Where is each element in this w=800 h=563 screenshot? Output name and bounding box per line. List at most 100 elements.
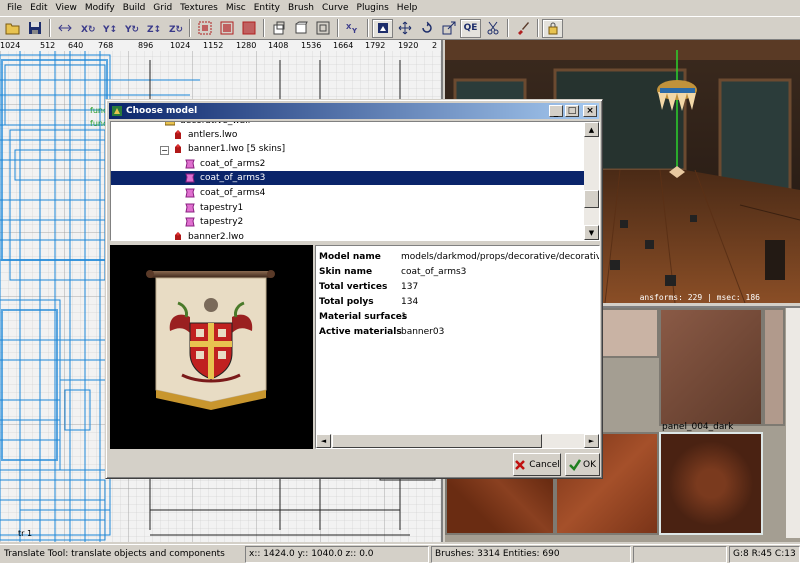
info-value: coat_of_arms3 (401, 267, 467, 277)
tree-item-skin[interactable]: coat_of_arms4 (185, 186, 265, 200)
status-grid: G:8 R:45 C:13 L:ON (729, 546, 800, 563)
tree-item-label: tapestry1 (200, 203, 244, 213)
drag-icon[interactable] (394, 19, 415, 38)
info-key: Total polys (319, 297, 374, 307)
menu-brush[interactable]: Brush (284, 0, 318, 16)
menu-help[interactable]: Help (393, 0, 422, 16)
rotate-z-icon[interactable]: Z↻ (164, 19, 185, 38)
menu-edit[interactable]: Edit (26, 0, 51, 16)
folder-icon (165, 122, 175, 126)
csg-subtract-icon[interactable] (268, 19, 289, 38)
svg-text:Z↻: Z↻ (169, 25, 183, 35)
rotate-x-icon[interactable]: X↻ (76, 19, 97, 38)
info-hscrollbar[interactable]: ◄ ► (316, 434, 599, 448)
tree-item-skin[interactable]: tapestry1 (185, 201, 243, 215)
tree-item-skin[interactable]: tapestry2 (185, 215, 243, 229)
camera-status: ansforms: 229 | msec: 186 (639, 293, 760, 302)
texture-tile[interactable] (763, 308, 785, 426)
menu-view[interactable]: View (52, 0, 81, 16)
minimize-button[interactable]: _ (549, 105, 563, 118)
cancel-button[interactable]: Cancel (513, 453, 561, 476)
svg-text:Y↻: Y↻ (124, 25, 139, 35)
scale-tool-icon[interactable] (438, 19, 459, 38)
tree-item-label: decorative_wall (180, 121, 251, 126)
info-key: Material surfaces (319, 312, 408, 322)
status-empty (633, 546, 727, 563)
tree-item-model[interactable]: antlers.lwo (173, 128, 237, 142)
tree-item-label: coat_of_arms4 (200, 188, 266, 198)
flip-y-icon[interactable]: Y↕ (98, 19, 119, 38)
hollow-icon[interactable] (312, 19, 333, 38)
select-inside-icon[interactable] (238, 19, 259, 38)
select-complete-tall-icon[interactable] (194, 19, 215, 38)
open-folder-icon[interactable] (2, 19, 23, 38)
tree-item-skin[interactable]: coat_of_arms2 (185, 157, 265, 171)
texture-tile-selected[interactable] (659, 432, 763, 535)
model-icon (175, 232, 181, 240)
tree-collapse-icon[interactable]: − (160, 146, 169, 155)
save-icon[interactable] (24, 19, 45, 38)
ruler-tick: 640 (68, 41, 84, 50)
ruler-tick: 1536 (301, 41, 322, 50)
brush-paint-icon[interactable] (512, 19, 533, 38)
menu-textures[interactable]: Textures (176, 0, 222, 16)
ok-button[interactable]: OK (565, 453, 600, 476)
rotate-y-icon[interactable]: Y↻ (120, 19, 141, 38)
flip-x-icon[interactable] (54, 19, 75, 38)
skin-icon (185, 173, 195, 183)
scroll-thumb[interactable] (332, 434, 542, 448)
select-touching-icon[interactable] (216, 19, 237, 38)
checkmark-icon (569, 458, 581, 471)
tree-item-folder[interactable]: decorative_wall (165, 121, 251, 128)
ok-label: OK (583, 459, 596, 470)
tree-item-model[interactable]: banner1.lwo [5 skins] (173, 142, 285, 156)
scroll-thumb[interactable] (584, 190, 599, 208)
tree-scrollbar[interactable]: ▲ ▼ (584, 122, 599, 240)
model-icon (175, 130, 181, 139)
scroll-left-icon[interactable]: ◄ (316, 434, 331, 448)
close-button[interactable]: × (583, 105, 597, 117)
menu-plugins[interactable]: Plugins (353, 0, 393, 16)
rotate-tool-icon[interactable] (416, 19, 437, 38)
clipper-icon[interactable] (482, 19, 503, 38)
flip-z-icon[interactable]: Z↕ (142, 19, 163, 38)
ortho-entity-label: tr 1 (18, 529, 32, 538)
status-counts: Brushes: 3314 Entities: 690 (431, 546, 631, 563)
maximize-button[interactable]: □ (565, 105, 579, 117)
menu-modify[interactable]: Modify (81, 0, 119, 16)
menu-entity[interactable]: Entity (250, 0, 284, 16)
scroll-right-icon[interactable]: ► (584, 434, 599, 448)
menu-build[interactable]: Build (119, 0, 150, 16)
info-key: Skin name (319, 267, 373, 277)
main-toolbar: X↻ Y↕ Y↻ Z↕ Z↻ XY QE (0, 16, 800, 40)
banner-preview-image (146, 270, 275, 410)
tree-item-model[interactable]: banner2.lwo (173, 230, 244, 240)
menu-curve[interactable]: Curve (318, 0, 353, 16)
model-tree[interactable]: decorative_wall antlers.lwo − banner1.lw… (110, 121, 600, 241)
ruler-tick: 768 (98, 41, 114, 50)
menu-grid[interactable]: Grid (149, 0, 176, 16)
view-change-icon[interactable]: XY (342, 19, 363, 38)
menu-bar: File Edit View Modify Build Grid Texture… (0, 0, 800, 16)
model-preview[interactable] (110, 245, 313, 449)
tree-item-label: tapestry2 (200, 217, 244, 227)
csg-merge-icon[interactable] (290, 19, 311, 38)
texture-scrollbar[interactable] (786, 308, 800, 538)
skin-icon (185, 217, 195, 227)
scroll-up-icon[interactable]: ▲ (584, 122, 599, 137)
menu-file[interactable]: File (3, 0, 26, 16)
scroll-down-icon[interactable]: ▼ (584, 225, 599, 240)
ortho-ruler: 1024 512 640 768 896 1024 1152 1280 1408… (0, 40, 441, 51)
tree-item-skin-selected[interactable]: coat_of_arms3 (111, 171, 586, 185)
toolbar-separator (49, 19, 51, 37)
lock-icon[interactable] (542, 18, 563, 38)
ruler-tick: 1408 (268, 41, 289, 50)
toolbar-separator (189, 19, 191, 37)
texture-tile[interactable] (659, 308, 763, 426)
info-value: banner03 (401, 327, 445, 337)
qe-mode-button[interactable]: QE (460, 18, 481, 38)
info-value: 137 (401, 282, 419, 292)
texture-lock-icon[interactable] (372, 18, 393, 38)
dialog-titlebar[interactable]: Choose model _ □ × (109, 103, 599, 119)
menu-misc[interactable]: Misc (222, 0, 250, 16)
